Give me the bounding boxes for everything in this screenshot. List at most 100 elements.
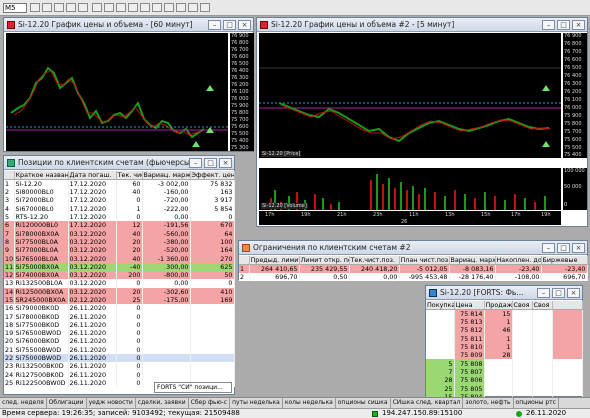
window-tab[interactable]: след. неделя xyxy=(0,398,47,408)
column-header[interactable]: Вариац. маржа xyxy=(449,256,496,265)
price-chart-5min[interactable]: Si-12.20 [Price] xyxy=(259,33,561,158)
close-button[interactable]: × xyxy=(572,243,585,253)
minimize-button[interactable]: – xyxy=(208,20,221,30)
table-row[interactable]: 11 Si75000BX0A 03.12.2020 -40 300,00 625 xyxy=(4,262,235,271)
sell-row[interactable]: 75 814 15 xyxy=(426,309,583,318)
column-header[interactable]: Краткое название xyxy=(14,171,69,180)
table-row[interactable]: 14 Ri125000BX0A 03.12.2020 20 -302,60 410 xyxy=(4,287,235,296)
toolbar-button[interactable] xyxy=(66,3,76,12)
window-tab[interactable]: уедж новости xyxy=(87,398,136,408)
window-tab[interactable]: колы неделька xyxy=(283,398,336,408)
column-header[interactable]: Биржевые xyxy=(541,256,588,265)
buy-row[interactable]: 25 75 805 xyxy=(426,384,583,393)
column-header[interactable]: Покупка xyxy=(426,301,455,310)
minimize-button[interactable]: – xyxy=(542,20,555,30)
table-row[interactable]: 12 Si74000BX0A 03.12.2020 200 -800,00 50 xyxy=(4,270,235,280)
table-row[interactable]: 13 Ri132500BL0A 03.12.2020 0 0,00 0 xyxy=(4,279,235,288)
toolbar-button[interactable] xyxy=(140,3,150,12)
price-chart-60min[interactable] xyxy=(6,33,228,151)
sell-row[interactable]: 75 811 1 xyxy=(426,334,583,343)
window-tab[interactable]: Облигации xyxy=(47,398,87,408)
toolbar-button[interactable] xyxy=(30,3,40,12)
table-row[interactable]: 24 Ri127500BK0D 26.11.2020 0 xyxy=(4,370,235,379)
table-row[interactable]: 16 Si79000BK0D 26.11.2020 0 xyxy=(4,304,235,313)
table-row[interactable]: 6 Ri120000BL0 17.12.2020 12 -191,56 670 xyxy=(4,221,235,230)
window-tab[interactable]: опционы сишка xyxy=(336,398,391,408)
window-tab[interactable]: Сбер фью-с xyxy=(189,398,231,408)
toolbar-button[interactable] xyxy=(188,3,198,12)
toolbar-button[interactable] xyxy=(92,3,102,12)
sell-row[interactable]: 75 813 1 xyxy=(426,318,583,327)
table-row[interactable]: 17 Si78000BK0D 26.11.2020 0 xyxy=(4,312,235,321)
buy-row[interactable]: 7 75 807 xyxy=(426,367,583,377)
close-button[interactable]: × xyxy=(219,158,232,168)
column-header[interactable]: Цена xyxy=(454,301,485,310)
table-row[interactable]: 4 Si67000BL0 17.12.2020 1 -222,00 5 854 xyxy=(4,204,235,213)
window-tab[interactable]: золото, нефть xyxy=(463,398,514,408)
table-row[interactable]: 21 Si75500BW0D 26.11.2020 0 xyxy=(4,345,235,354)
toolbar-button[interactable] xyxy=(54,3,64,12)
column-header[interactable]: Своя по xyxy=(512,301,533,310)
minimize-button[interactable]: – xyxy=(189,158,202,168)
window-tab[interactable]: опционы ртс xyxy=(514,398,559,408)
toolbar-button[interactable] xyxy=(200,3,210,12)
toolbar-button[interactable] xyxy=(42,3,52,12)
toolbar-button[interactable] xyxy=(78,3,88,12)
column-header[interactable]: Своя пр xyxy=(532,301,553,310)
toolbar-button[interactable] xyxy=(164,3,174,12)
table-row[interactable]: 19 Si76500BW0D 26.11.2020 0 xyxy=(4,329,235,338)
maximize-button[interactable]: □ xyxy=(557,243,570,253)
buy-row[interactable]: 28 75 806 xyxy=(426,376,583,385)
table-row[interactable]: 1 Si-12.20 17.12.2020 60 -3 002,00 75 832 xyxy=(4,179,235,188)
column-header[interactable]: Тек.чист.поз. xyxy=(349,256,400,265)
column-header[interactable]: Вариац. маржа xyxy=(142,171,191,180)
positions-bottom-tab[interactable]: FORTS "СИ" позици... xyxy=(154,382,232,393)
window-tab[interactable]: путы неделька xyxy=(230,398,283,408)
column-header[interactable]: Накоплен. доход xyxy=(495,256,542,265)
table-row[interactable]: 3 Si72000BL0 17.12.2020 0 -720,00 3 917 xyxy=(4,196,235,205)
toolbar-button[interactable] xyxy=(116,3,126,12)
table-row[interactable]: 23 Ri132500BK0D 26.11.2020 0 xyxy=(4,362,235,371)
toolbar-button[interactable] xyxy=(128,3,138,12)
toolbar-button[interactable] xyxy=(104,3,114,12)
column-header[interactable]: Предыд. лимит xyxy=(249,256,300,265)
table-row[interactable]: 2 696,70 0,50 0,00 -995 453,48 -28 176,4… xyxy=(239,273,588,282)
table-row[interactable]: 22 Si75000BW0D 26.11.2020 0 xyxy=(4,353,235,363)
sell-row[interactable]: 75 810 1 xyxy=(426,342,583,352)
column-header[interactable]: План чист.поз. xyxy=(399,256,450,265)
minimize-button[interactable]: – xyxy=(542,243,555,253)
maximize-button[interactable]: □ xyxy=(223,20,236,30)
column-header[interactable]: Эффект. цен xyxy=(190,171,235,180)
close-button[interactable]: × xyxy=(572,20,585,30)
column-header[interactable]: Тек. чист. xyxy=(116,171,143,180)
sell-row[interactable]: 75 812 46 xyxy=(426,326,583,335)
axis-label: 76 200 xyxy=(231,82,249,88)
toolbar-button[interactable] xyxy=(176,3,186,12)
table-row[interactable]: 2 Si80000BL0 17.12.2020 40 -160,00 163 xyxy=(4,188,235,197)
sell-row[interactable]: 75 809 28 xyxy=(426,351,583,360)
volume-chart-5min[interactable]: Si-12.20 [Volume] xyxy=(259,168,561,210)
maximize-button[interactable]: □ xyxy=(552,288,565,298)
table-row[interactable]: 20 Si76000BK0D 26.11.2020 0 xyxy=(4,337,235,346)
table-row[interactable]: 1 264 410,65 235 429,55 240 418,20 -5 01… xyxy=(239,264,588,273)
table-row[interactable]: 18 Si77500BK0D 26.11.2020 0 xyxy=(4,320,235,330)
table-row[interactable]: 9 Si77000BL0A 03.12.2020 20 -520,00 164 xyxy=(4,246,235,255)
table-row[interactable]: 7 Si78000BX0A 03.12.2020 40 -560,00 64 xyxy=(4,229,235,238)
close-button[interactable]: × xyxy=(567,288,580,298)
timeframe-select[interactable]: M5 xyxy=(3,3,27,13)
buy-row[interactable]: 5 75 808 xyxy=(426,359,583,368)
toolbar-button[interactable] xyxy=(152,3,162,12)
table-row[interactable]: 15 SR245000BX0A 02.12.2020 25 -175,00 169 xyxy=(4,295,235,305)
close-button[interactable]: × xyxy=(238,20,251,30)
minimize-button[interactable]: – xyxy=(537,288,550,298)
window-tab[interactable]: сделки, заявки xyxy=(136,398,189,408)
table-row[interactable]: 10 Si76500BL0A 03.12.2020 40 -1 360,00 270 xyxy=(4,254,235,263)
table-row[interactable]: 8 Si77500BL0A 03.12.2020 20 -380,00 100 xyxy=(4,237,235,247)
column-header[interactable]: Дата погаш. xyxy=(68,171,117,180)
column-header[interactable]: Лимит откр. поз. xyxy=(299,256,350,265)
table-row[interactable]: 5 RTS-12.20 17.12.2020 0 0,00 0 xyxy=(4,212,235,222)
maximize-button[interactable]: □ xyxy=(204,158,217,168)
maximize-button[interactable]: □ xyxy=(557,20,570,30)
window-tab[interactable]: СИшка след. квартал xyxy=(391,398,464,408)
column-header[interactable]: Продажа xyxy=(484,301,513,310)
